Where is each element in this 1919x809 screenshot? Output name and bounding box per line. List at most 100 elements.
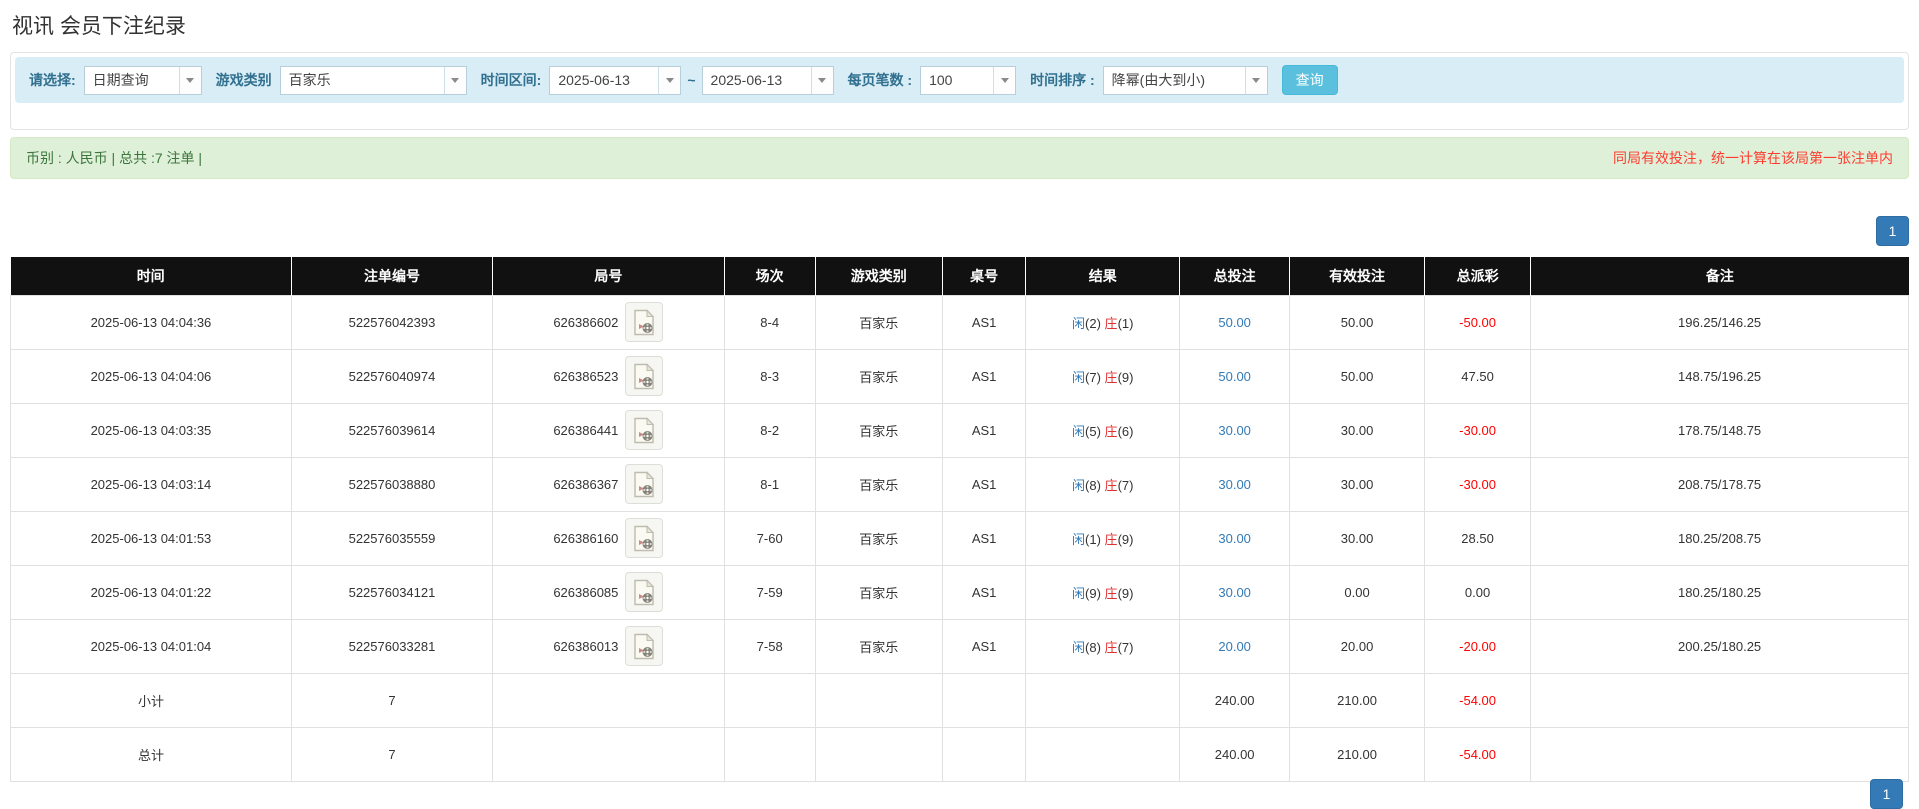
chevron-down-icon[interactable] bbox=[993, 67, 1015, 94]
chevron-down-icon[interactable] bbox=[658, 67, 680, 94]
table-row: 2025-06-13 04:01:22522576034121626386085… bbox=[11, 565, 1909, 619]
time-cell: 2025-06-13 04:01:04 bbox=[11, 619, 292, 673]
column-header: 游戏类别 bbox=[815, 257, 942, 295]
payout-cell: 28.50 bbox=[1424, 511, 1530, 565]
chevron-down-icon[interactable] bbox=[811, 67, 833, 94]
time-cell: 2025-06-13 04:01:22 bbox=[11, 565, 292, 619]
bet-number-cell: 522576039614 bbox=[291, 403, 492, 457]
pagination-page-1[interactable]: 1 bbox=[1870, 779, 1903, 809]
round-number-wrap: 626386160 bbox=[497, 518, 720, 558]
remark-cell: 180.25/180.25 bbox=[1531, 565, 1909, 619]
total-bet-link[interactable]: 50.00 bbox=[1218, 315, 1251, 330]
total-bet-link[interactable]: 50.00 bbox=[1218, 369, 1251, 384]
total-bet-cell: 30.00 bbox=[1180, 403, 1290, 457]
column-header: 备注 bbox=[1531, 257, 1909, 295]
game-type-cell: 百家乐 bbox=[815, 619, 942, 673]
chevron-down-icon[interactable] bbox=[1245, 67, 1267, 94]
valid-bet-notice: 同局有效投注，统一计算在该局第一张注单内 bbox=[1613, 148, 1893, 168]
result-player-score: (7) bbox=[1085, 370, 1101, 385]
bet-table-body: 2025-06-13 04:04:36522576042393626386602… bbox=[11, 295, 1909, 781]
total-bet-link[interactable]: 30.00 bbox=[1218, 531, 1251, 546]
video-replay-button[interactable] bbox=[625, 572, 663, 612]
video-replay-button[interactable] bbox=[625, 626, 663, 666]
empty-cell bbox=[815, 673, 942, 727]
time-sort-value: 降幂(由大到小) bbox=[1104, 67, 1245, 94]
total-bet-cell: 50.00 bbox=[1180, 295, 1290, 349]
time-sort-select[interactable]: 降幂(由大到小) bbox=[1103, 66, 1268, 95]
game-type-select[interactable]: 百家乐 bbox=[280, 66, 467, 95]
date-from-select[interactable]: 2025-06-13 bbox=[549, 66, 681, 95]
subtotal-row: 小计7240.00210.00-54.00 bbox=[11, 673, 1909, 727]
game-type-cell: 百家乐 bbox=[815, 457, 942, 511]
bet-number-cell: 522576034121 bbox=[291, 565, 492, 619]
summary-label-cell: 小计 bbox=[11, 673, 292, 727]
time-cell: 2025-06-13 04:03:14 bbox=[11, 457, 292, 511]
pagination-page-1[interactable]: 1 bbox=[1876, 216, 1909, 246]
column-header: 场次 bbox=[724, 257, 815, 295]
page-title: 视讯 会员下注纪录 bbox=[12, 13, 1909, 41]
result-banker-score: (7) bbox=[1118, 640, 1134, 655]
empty-cell bbox=[724, 727, 815, 781]
video-replay-button[interactable] bbox=[625, 518, 663, 558]
result-banker-label: 庄 bbox=[1105, 640, 1118, 655]
bet-number-cell: 522576042393 bbox=[291, 295, 492, 349]
total-bet-link[interactable]: 20.00 bbox=[1218, 639, 1251, 654]
round-number-wrap: 626386013 bbox=[497, 626, 720, 666]
chevron-down-icon[interactable] bbox=[444, 67, 466, 94]
bet-number-cell: 522576035559 bbox=[291, 511, 492, 565]
round-number-cell: 626386085 bbox=[493, 565, 725, 619]
summary-bar: 币别 : 人民币 | 总共 :7 注单 | 同局有效投注，统一计算在该局第一张注… bbox=[10, 137, 1909, 179]
result-player-label: 闲 bbox=[1072, 586, 1085, 601]
payout-cell: -20.00 bbox=[1424, 619, 1530, 673]
date-to-value: 2025-06-13 bbox=[703, 67, 811, 94]
valid-bet-cell: 30.00 bbox=[1290, 457, 1425, 511]
table-number-cell: AS1 bbox=[942, 565, 1026, 619]
video-replay-button[interactable] bbox=[625, 464, 663, 504]
page: 视讯 会员下注纪录 请选择: 日期查询 游戏类别 百家乐 时间区间: 2025-… bbox=[10, 13, 1909, 782]
column-header: 总派彩 bbox=[1424, 257, 1530, 295]
empty-cell bbox=[1531, 727, 1909, 781]
round-number-cell: 626386013 bbox=[493, 619, 725, 673]
bet-number-cell: 522576040974 bbox=[291, 349, 492, 403]
pagination-bottom: 1 bbox=[1870, 779, 1903, 809]
remark-cell: 196.25/146.25 bbox=[1531, 295, 1909, 349]
result-banker-score: (9) bbox=[1118, 532, 1134, 547]
search-button[interactable]: 查询 bbox=[1282, 65, 1338, 95]
bet-number-cell: 522576033281 bbox=[291, 619, 492, 673]
date-to-select[interactable]: 2025-06-13 bbox=[702, 66, 834, 95]
result-banker-label: 庄 bbox=[1105, 586, 1118, 601]
date-range-separator: ~ bbox=[687, 72, 695, 88]
total-bet-link[interactable]: 30.00 bbox=[1218, 477, 1251, 492]
result-banker-score: (9) bbox=[1118, 586, 1134, 601]
chevron-down-icon[interactable] bbox=[179, 67, 201, 94]
result-cell: 闲(8) 庄(7) bbox=[1026, 619, 1180, 673]
time-cell: 2025-06-13 04:04:06 bbox=[11, 349, 292, 403]
result-banker-label: 庄 bbox=[1105, 478, 1118, 493]
valid-bet-cell: 50.00 bbox=[1290, 349, 1425, 403]
total-bet-link[interactable]: 30.00 bbox=[1218, 585, 1251, 600]
game-type-cell: 百家乐 bbox=[815, 295, 942, 349]
remark-cell: 178.75/148.75 bbox=[1531, 403, 1909, 457]
total-bet-cell: 30.00 bbox=[1180, 457, 1290, 511]
round-number-cell: 626386602 bbox=[493, 295, 725, 349]
table-header-row: 时间注单编号局号场次游戏类别桌号结果总投注有效投注总派彩备注 bbox=[11, 257, 1909, 295]
video-file-icon bbox=[633, 471, 655, 498]
result-cell: 闲(9) 庄(9) bbox=[1026, 565, 1180, 619]
page-size-select[interactable]: 100 bbox=[920, 66, 1016, 95]
total-bet-cell: 30.00 bbox=[1180, 511, 1290, 565]
video-replay-button[interactable] bbox=[625, 302, 663, 342]
summary-count-cell: 7 bbox=[291, 673, 492, 727]
result-player-label: 闲 bbox=[1072, 316, 1085, 331]
result-banker-label: 庄 bbox=[1105, 532, 1118, 547]
video-replay-button[interactable] bbox=[625, 410, 663, 450]
video-replay-button[interactable] bbox=[625, 356, 663, 396]
valid-bet-cell: 30.00 bbox=[1290, 511, 1425, 565]
result-banker-label: 庄 bbox=[1105, 316, 1118, 331]
total-bet-link[interactable]: 30.00 bbox=[1218, 423, 1251, 438]
summary-count-cell: 7 bbox=[291, 727, 492, 781]
query-type-select[interactable]: 日期查询 bbox=[84, 66, 202, 95]
filter-bar: 请选择: 日期查询 游戏类别 百家乐 时间区间: 2025-06-13 ~ 20… bbox=[15, 57, 1904, 103]
valid-bet-cell: 50.00 bbox=[1290, 295, 1425, 349]
bet-records-table: 时间注单编号局号场次游戏类别桌号结果总投注有效投注总派彩备注 2025-06-1… bbox=[10, 257, 1909, 782]
date-from-value: 2025-06-13 bbox=[550, 67, 658, 94]
